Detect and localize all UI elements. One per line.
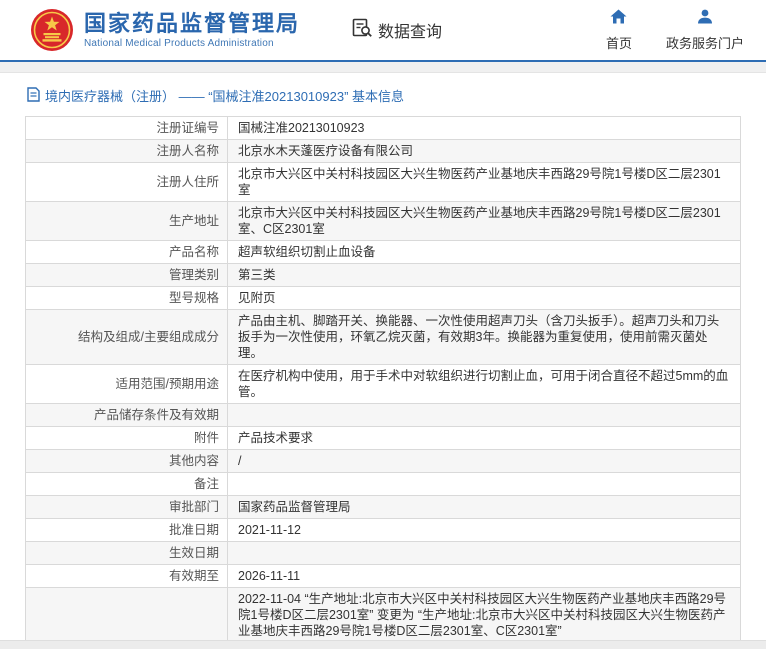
row-label: 产品名称 [26, 241, 228, 263]
row-label: 适用范围/预期用途 [26, 365, 228, 403]
table-row-registrant-address: 注册人住所 北京市大兴区中关村科技园区大兴生物医药产业基地庆丰西路29号院1号楼… [26, 163, 740, 202]
row-value: 北京市大兴区中关村科技园区大兴生物医药产业基地庆丰西路29号院1号楼D区二层23… [228, 163, 740, 201]
row-value: 北京市大兴区中关村科技园区大兴生物医药产业基地庆丰西路29号院1号楼D区二层23… [228, 202, 740, 240]
row-label: 生效日期 [26, 542, 228, 564]
table-row-reg-number: 注册证编号 国械注准20213010923 [26, 117, 740, 140]
row-label: 生产地址 [26, 202, 228, 240]
row-label: 结构及组成/主要组成成分 [26, 310, 228, 364]
table-row-other-content: 其他内容 / [26, 450, 740, 473]
table-row-model-spec: 型号规格 见附页 [26, 287, 740, 310]
row-value: 国家药品监督管理局 [228, 496, 740, 518]
row-value: 国械注准20213010923 [228, 117, 740, 139]
nav-data-query[interactable]: 数据查询 [352, 18, 442, 43]
table-row-product-name: 产品名称 超声软组织切割止血设备 [26, 241, 740, 264]
row-label: 注册人住所 [26, 163, 228, 201]
table-row-storage-validity: 产品储存条件及有效期 [26, 404, 740, 427]
table-row-intended-use: 适用范围/预期用途 在医疗机构中使用，用于手术中对软组织进行切割止血，可用于闭合… [26, 365, 740, 404]
breadcrumb: 境内医疗器械（注册） —— “国械注准20213010923” 基本信息 [0, 73, 766, 114]
row-label: 批准日期 [26, 519, 228, 541]
data-query-label: 数据查询 [378, 18, 442, 42]
registration-info-table: 注册证编号 国械注准20213010923 注册人名称 北京水木天蓬医疗设备有限… [25, 116, 741, 649]
nav-portal[interactable]: 政务服务门户 [666, 9, 744, 52]
table-row-remark: 备注 [26, 473, 740, 496]
table-row-expiry-date: 有效期至 2026-11-11 [26, 565, 740, 588]
site-header: 国家药品监督管理局 National Medical Products Admi… [0, 0, 766, 62]
row-label: 其他内容 [26, 450, 228, 472]
row-value [228, 473, 740, 495]
row-value: 北京水木天蓬医疗设备有限公司 [228, 140, 740, 162]
row-value: 超声软组织切割止血设备 [228, 241, 740, 263]
site-subtitle: National Medical Products Administration [84, 38, 300, 49]
table-row-registrant-name: 注册人名称 北京水木天蓬医疗设备有限公司 [26, 140, 740, 163]
table-row-production-address: 生产地址 北京市大兴区中关村科技园区大兴生物医药产业基地庆丰西路29号院1号楼D… [26, 202, 740, 241]
row-value [228, 404, 740, 426]
row-label: 产品储存条件及有效期 [26, 404, 228, 426]
user-icon [697, 9, 713, 29]
row-value: 在医疗机构中使用，用于手术中对软组织进行切割止血，可用于闭合直径不超过5mm的血… [228, 365, 740, 403]
row-value: 第三类 [228, 264, 740, 286]
main-content: 境内医疗器械（注册） —— “国械注准20213010923” 基本信息 注册证… [0, 73, 766, 649]
row-value: 产品由主机、脚踏开关、换能器、一次性使用超声刀头（含刀头扳手）。超声刀头和刀头扳… [228, 310, 740, 364]
row-label: 注册人名称 [26, 140, 228, 162]
row-label: 备注 [26, 473, 228, 495]
row-label: 审批部门 [26, 496, 228, 518]
row-value: 2021-11-12 [228, 519, 740, 541]
table-row-approval-date: 批准日期 2021-11-12 [26, 519, 740, 542]
document-icon [27, 87, 40, 105]
national-emblem-icon [30, 8, 74, 52]
footer-strip [0, 640, 766, 649]
row-label: 管理类别 [26, 264, 228, 286]
row-label: 注册证编号 [26, 117, 228, 139]
row-label: 型号规格 [26, 287, 228, 309]
site-title: 国家药品监督管理局 [84, 11, 300, 37]
table-row-composition: 结构及组成/主要组成成分 产品由主机、脚踏开关、换能器、一次性使用超声刀头（含刀… [26, 310, 740, 365]
breadcrumb-text: 境内医疗器械（注册） —— “国械注准20213010923” 基本信息 [45, 86, 404, 105]
nav-portal-label: 政务服务门户 [666, 33, 744, 52]
row-value: / [228, 450, 740, 472]
nav-home[interactable]: 首页 [606, 9, 632, 52]
row-value: 见附页 [228, 287, 740, 309]
table-row-management-category: 管理类别 第三类 [26, 264, 740, 287]
row-value: 2026-11-11 [228, 565, 740, 587]
home-icon [610, 9, 627, 29]
row-label: 有效期至 [26, 565, 228, 587]
table-row-attachment: 附件 产品技术要求 [26, 427, 740, 450]
table-row-effective-date: 生效日期 [26, 542, 740, 565]
document-search-icon [352, 18, 373, 43]
row-label: 附件 [26, 427, 228, 449]
header-gap-strip [0, 62, 766, 73]
row-value: 产品技术要求 [228, 427, 740, 449]
nav-home-label: 首页 [606, 33, 632, 52]
table-row-approval-department: 审批部门 国家药品监督管理局 [26, 496, 740, 519]
row-value [228, 542, 740, 564]
